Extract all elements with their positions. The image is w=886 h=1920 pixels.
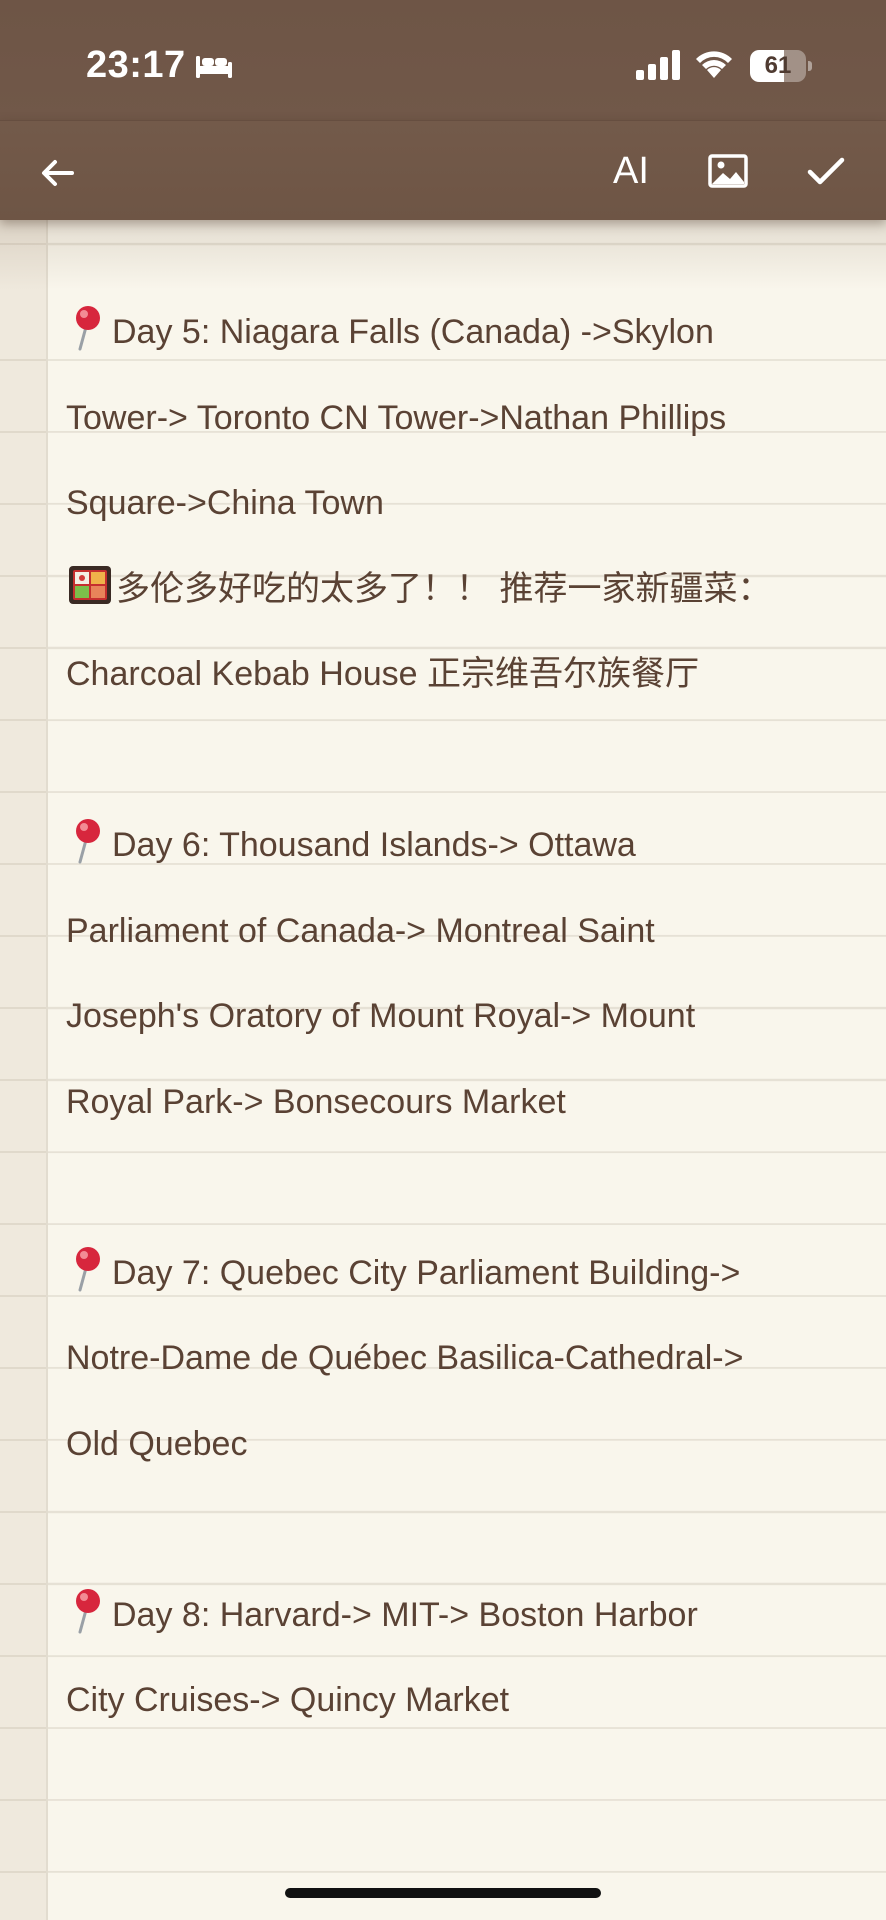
pin-icon [76,819,100,864]
back-button[interactable] [36,151,80,195]
note-line: 多伦多好吃的太多了！！ 推荐一家新疆菜： [66,547,866,633]
checkmark-icon [807,157,845,185]
back-arrow-icon [42,160,74,186]
battery-cap [808,61,812,71]
battery-icon: 61 [750,50,812,82]
note-line: Day 6: Thousand Islands-> Ottawa [66,803,866,889]
note-line: Old Quebec [66,1424,248,1463]
bed-icon [196,56,232,78]
ai-button[interactable]: AI [606,147,656,195]
bento-box-icon [69,565,111,604]
insert-image-button[interactable] [704,147,752,195]
phone-screen: 23:17 61 AI Day 5: Niagara Falls (Canada… [0,0,886,1920]
note-line: Tower-> Toronto CN Tower->Nathan Phillip… [66,398,727,437]
note-line: Parliament of Canada-> Montreal Saint [66,911,655,950]
note-line: Day 5: Niagara Falls (Canada) ->Skylon [66,290,866,376]
note-line: Notre-Dame de Québec Basilica-Cathedral-… [66,1339,744,1377]
note-line [66,718,866,804]
note-line: City Cruises-> Quincy Market [66,1681,510,1719]
pin-icon [76,306,100,351]
note-line: Day 7: Quebec City Parliament Building-> [66,1231,866,1317]
note-line: Square->China Town [66,484,384,522]
pin-icon [76,1588,100,1633]
battery-level: 61 [764,52,792,79]
wifi-icon [696,51,732,78]
status-time: 23:17 [86,44,186,86]
toolbar-shadow [0,220,886,290]
done-button[interactable] [802,147,850,195]
home-indicator[interactable] [285,1888,601,1898]
pin-icon [76,1246,100,1291]
paper-margin [0,220,48,1920]
note-body[interactable]: Day 5: Niagara Falls (Canada) ->Skylon T… [66,290,866,1744]
signal-icon [636,50,680,80]
note-line: Day 8: Harvard-> MIT-> Boston Harbor [66,1573,866,1659]
note-line [66,1487,866,1573]
status-bar: 23:17 61 [0,0,886,120]
note-line [66,1145,866,1231]
toolbar: AI [0,120,886,220]
note-line: Joseph's Oratory of Mount Royal-> Mount [66,997,696,1035]
note-line: Charcoal Kebab House 正宗维吾尔族餐厅 [66,655,700,693]
note-line: Royal Park-> Bonsecours Market [66,1082,566,1121]
image-icon [708,154,748,188]
note-paper[interactable]: Day 5: Niagara Falls (Canada) ->Skylon T… [0,220,886,1920]
